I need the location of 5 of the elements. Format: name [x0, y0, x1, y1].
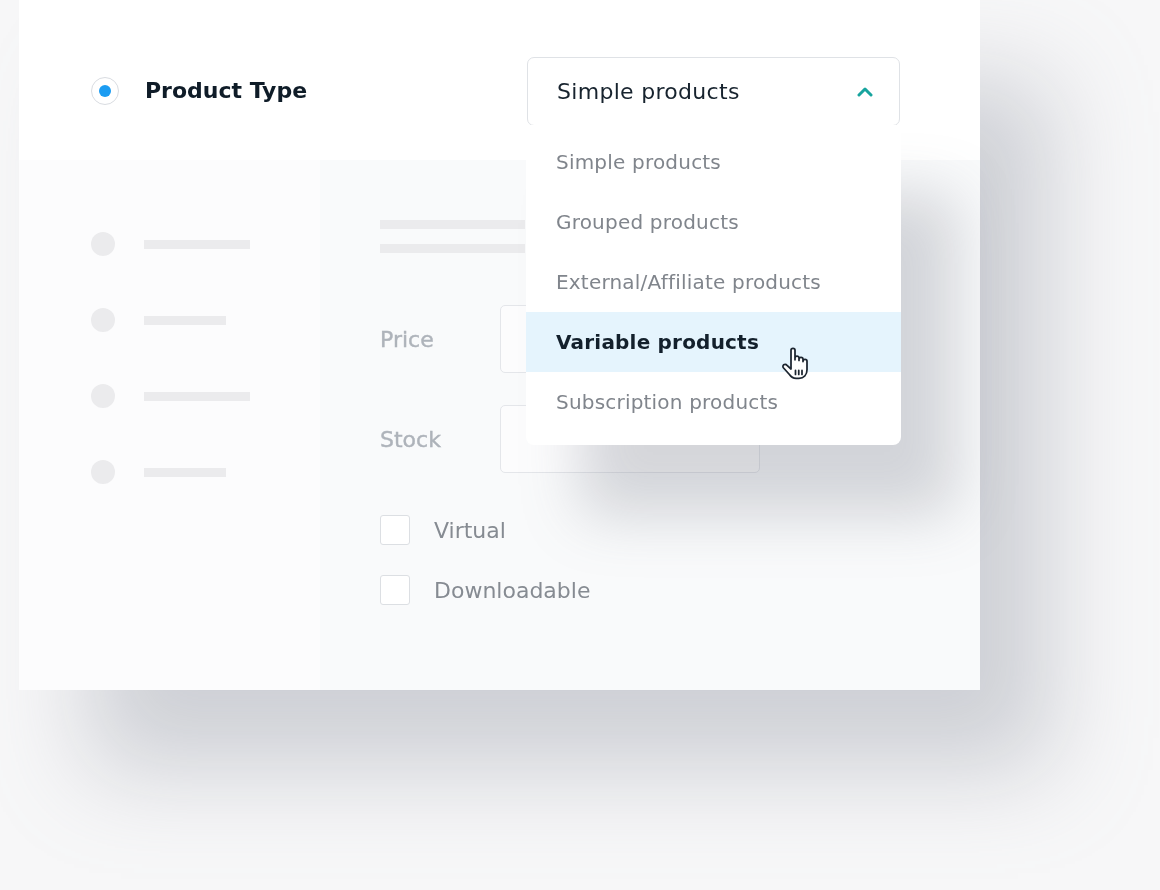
field-label: Stock — [380, 426, 442, 452]
checkbox-label: Virtual — [434, 517, 506, 543]
field-label: Price — [380, 326, 435, 352]
checkbox-label: Downloadable — [434, 577, 591, 603]
section-title: Product Type — [145, 77, 308, 105]
